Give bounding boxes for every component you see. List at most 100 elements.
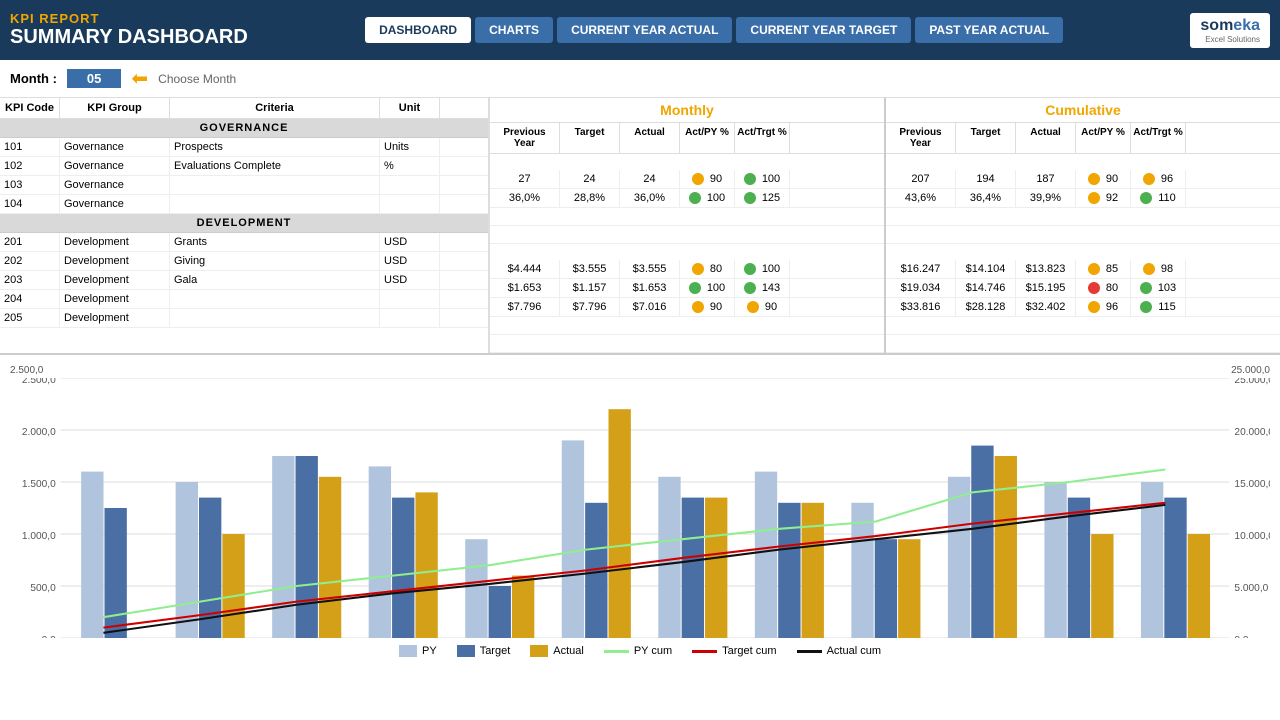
chart-legend: PY Target Actual PY cum Target cum Actua… — [10, 645, 1270, 657]
dot-icon — [744, 173, 756, 185]
table-row: 103 Governance — [0, 176, 488, 195]
cum-col-acttrgt: Act/Trgt % — [1131, 123, 1186, 153]
cum-col-prev: Previous Year — [886, 123, 956, 153]
list-item: $1.653 $1.157 $1.653 100 143 — [490, 279, 884, 298]
bar-actual-6 — [609, 409, 631, 638]
bar-py-3 — [272, 456, 294, 638]
dot-icon — [1140, 282, 1152, 294]
cumulative-section: Cumulative Previous Year Target Actual A… — [886, 98, 1280, 353]
group-204: Development — [60, 290, 170, 308]
bar-py-7 — [658, 477, 680, 638]
bar-target-10 — [971, 446, 993, 638]
legend-actual-cum-label: Actual cum — [827, 645, 881, 657]
bar-target-8 — [778, 503, 800, 638]
list-item: 207 194 187 90 96 — [886, 170, 1280, 189]
cum-col-actual: Actual — [1016, 123, 1076, 153]
unit-104 — [380, 195, 440, 213]
dot-icon — [692, 263, 704, 275]
bar-py-2 — [176, 482, 198, 638]
bar-py-11 — [1044, 482, 1066, 638]
list-item — [886, 226, 1280, 244]
code-103: 103 — [0, 176, 60, 194]
legend-py-icon — [399, 645, 417, 657]
table-row: 202 Development Giving USD — [0, 252, 488, 271]
code-101: 101 — [0, 138, 60, 156]
monthly-col-actpy: Act/PY % — [680, 123, 735, 153]
dot-icon — [1088, 263, 1100, 275]
month-value[interactable]: 05 — [67, 69, 121, 88]
bar-actual-3 — [319, 477, 341, 638]
unit-205 — [380, 309, 440, 327]
col-kpi-group: KPI Group — [60, 98, 170, 118]
bar-target-11 — [1068, 498, 1090, 638]
legend-actual-cum-icon — [797, 650, 822, 653]
bar-py-6 — [562, 440, 584, 638]
list-item: $16.247 $14.104 $13.823 85 98 — [886, 260, 1280, 279]
code-203: 203 — [0, 271, 60, 289]
unit-202: USD — [380, 252, 440, 270]
legend-target-cum-icon — [692, 650, 717, 653]
table-row: 201 Development Grants USD — [0, 233, 488, 252]
summary-dashboard-label: SUMMARY DASHBOARD — [10, 26, 248, 49]
nav-dashboard-button[interactable]: DASHBOARD — [365, 17, 471, 43]
col-kpi-code: KPI Code — [0, 98, 60, 118]
nav-cyt-button[interactable]: CURRENT YEAR TARGET — [736, 17, 911, 43]
code-202: 202 — [0, 252, 60, 270]
group-103: Governance — [60, 176, 170, 194]
svg-text:15.000,0: 15.000,0 — [1234, 479, 1270, 490]
svg-text:10.000,0: 10.000,0 — [1234, 531, 1270, 542]
bar-target-3 — [296, 456, 318, 638]
dot-icon — [1088, 282, 1100, 294]
criteria-204 — [170, 290, 380, 308]
legend-actual-cum: Actual cum — [797, 645, 881, 657]
list-item — [886, 335, 1280, 353]
table-row: 102 Governance Evaluations Complete % — [0, 157, 488, 176]
dot-icon — [747, 301, 759, 313]
list-item — [490, 317, 884, 335]
group-102: Governance — [60, 157, 170, 175]
nav-charts-button[interactable]: CHARTS — [475, 17, 553, 43]
col-criteria: Criteria — [170, 98, 380, 118]
bar-target-5 — [489, 586, 511, 638]
list-item — [886, 208, 1280, 226]
list-item — [886, 317, 1280, 335]
code-102: 102 — [0, 157, 60, 175]
list-item — [490, 226, 884, 244]
nav-pya-button[interactable]: PAST YEAR ACTUAL — [915, 17, 1063, 43]
y-axis-left-label: 2.500,0 — [10, 365, 43, 376]
bar-actual-2 — [222, 534, 244, 638]
arrow-icon: ⬅ — [131, 66, 148, 91]
criteria-203: Gala — [170, 271, 380, 289]
svg-text:20.000,0: 20.000,0 — [1234, 427, 1270, 438]
bar-py-4 — [369, 466, 391, 638]
nav-cya-button[interactable]: CURRENT YEAR ACTUAL — [557, 17, 732, 43]
chart-area: 2.500,0 25.000,0 2.500,0 2.000,0 1.500,0… — [0, 355, 1280, 685]
svg-text:1.500,0: 1.500,0 — [22, 479, 56, 490]
chart-svg: 2.500,0 2.000,0 1.500,0 1.000,0 500,0 0,… — [10, 378, 1270, 638]
governance-section-header: GOVERNANCE — [0, 119, 488, 138]
monthly-col-target: Target — [560, 123, 620, 153]
table-row: 205 Development — [0, 309, 488, 328]
dot-icon — [692, 301, 704, 313]
legend-py-cum-label: PY cum — [634, 645, 672, 657]
dot-icon — [1140, 301, 1152, 313]
y-axis-right-label: 25.000,0 — [1231, 365, 1270, 376]
criteria-101: Prospects — [170, 138, 380, 156]
bar-target-1 — [105, 508, 127, 638]
cum-col-actpy: Act/PY % — [1076, 123, 1131, 153]
choose-month-label: Choose Month — [158, 72, 236, 86]
list-item: 27 24 24 90 100 — [490, 170, 884, 189]
code-204: 204 — [0, 290, 60, 308]
dot-icon — [689, 282, 701, 294]
group-104: Governance — [60, 195, 170, 213]
group-101: Governance — [60, 138, 170, 156]
legend-target-cum-label: Target cum — [722, 645, 776, 657]
list-item: $33.816 $28.128 $32.402 96 115 — [886, 298, 1280, 317]
monthly-title: Monthly — [490, 98, 884, 123]
bar-py-8 — [755, 472, 777, 638]
criteria-103 — [170, 176, 380, 194]
svg-text:500,0: 500,0 — [30, 583, 56, 594]
legend-actual: Actual — [530, 645, 584, 657]
list-item: 43,6% 36,4% 39,9% 92 110 — [886, 189, 1280, 208]
svg-text:25.000,0: 25.000,0 — [1234, 378, 1270, 386]
